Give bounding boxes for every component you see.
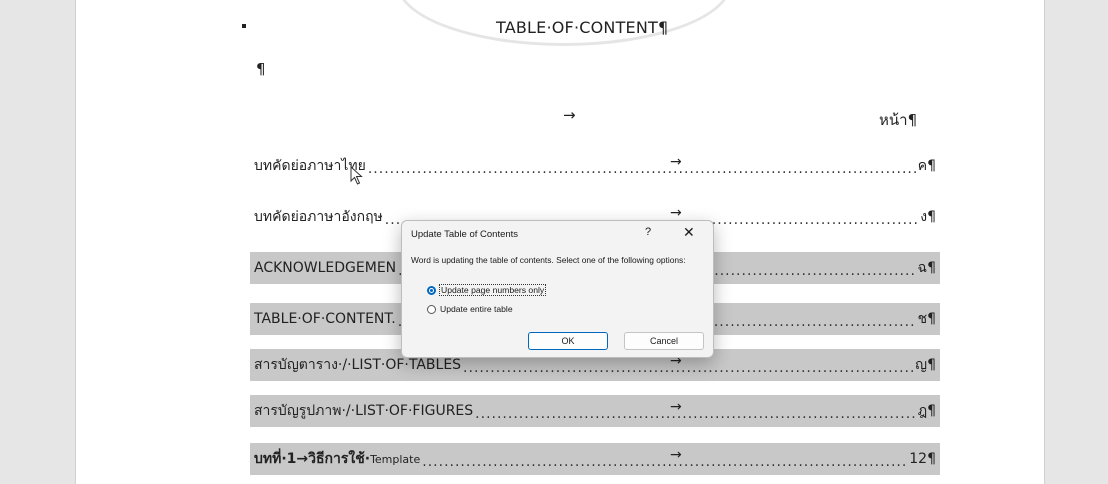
toc-page-number: ฉ¶ xyxy=(917,260,936,276)
dialog-message: Word is updating the table of contents. … xyxy=(411,255,686,265)
toc-entry-label: ACKNOWLEDGEMEN xyxy=(254,260,397,276)
option-update-page-numbers[interactable]: Update page numbers only xyxy=(427,284,547,296)
toc-leader-dots xyxy=(475,406,916,422)
cancel-button[interactable]: Cancel xyxy=(624,332,704,350)
option-label: Update page numbers only xyxy=(438,284,547,296)
tab-arrow-mark: → xyxy=(670,399,682,415)
toc-chapter-subtitle: Template xyxy=(370,453,421,466)
document-title: TABLE·OF·CONTENT¶ xyxy=(496,18,669,37)
tab-arrow-mark: → xyxy=(670,447,682,463)
toc-entry-label: บทคัดย่อภาษาอังกฤษ xyxy=(254,209,383,225)
option-label: Update entire table xyxy=(440,304,513,314)
dialog-title: Update Table of Contents xyxy=(411,229,519,240)
toc-entry-label: TABLE·OF·CONTENT. xyxy=(254,311,396,327)
toc-entry-label: บทที่·1→วิธีการใช้·Template xyxy=(254,448,420,470)
page-column-header: หน้า¶ xyxy=(879,111,918,129)
toc-page-number: ค¶ xyxy=(917,158,936,174)
ok-button[interactable]: OK xyxy=(528,332,608,350)
tab-arrow-mark: → xyxy=(670,205,682,221)
tab-arrow-mark: → xyxy=(563,106,576,124)
tab-arrow-mark: → xyxy=(670,154,682,170)
toc-leader-dots xyxy=(463,360,913,376)
option-update-entire-table[interactable]: Update entire table xyxy=(427,304,513,314)
toc-page-number: ฎ¶ xyxy=(917,403,936,419)
toc-chapter-label: บทที่·1→วิธีการใช้· xyxy=(254,451,371,467)
toc-page-number: ง¶ xyxy=(920,209,936,225)
empty-paragraph-mark: ¶ xyxy=(256,60,266,78)
update-toc-dialog[interactable]: Update Table of Contents ? ✕ Word is upd… xyxy=(401,220,714,358)
mouse-pointer-icon xyxy=(350,166,363,185)
help-icon[interactable]: ? xyxy=(645,226,651,238)
toc-leader-dots xyxy=(368,161,916,177)
toc-page-number: ญ¶ xyxy=(915,357,936,373)
radio-button[interactable] xyxy=(427,304,436,314)
close-icon[interactable]: ✕ xyxy=(683,224,695,241)
toc-entry-chapter-1[interactable]: บทที่·1→วิธีการใช้·Template → 12¶ xyxy=(250,443,940,475)
toc-page-number: 12¶ xyxy=(909,451,936,467)
toc-page-number: ช¶ xyxy=(917,311,936,327)
paragraph-mark-bullet xyxy=(242,24,246,28)
toc-entry-label: สารบัญรูปภาพ·/·LIST·OF·FIGURES xyxy=(254,403,474,419)
radio-button-selected[interactable] xyxy=(427,285,436,295)
toc-entry-list-of-figures[interactable]: สารบัญรูปภาพ·/·LIST·OF·FIGURES → ฎ¶ xyxy=(250,395,940,427)
toc-leader-dots xyxy=(422,454,907,470)
